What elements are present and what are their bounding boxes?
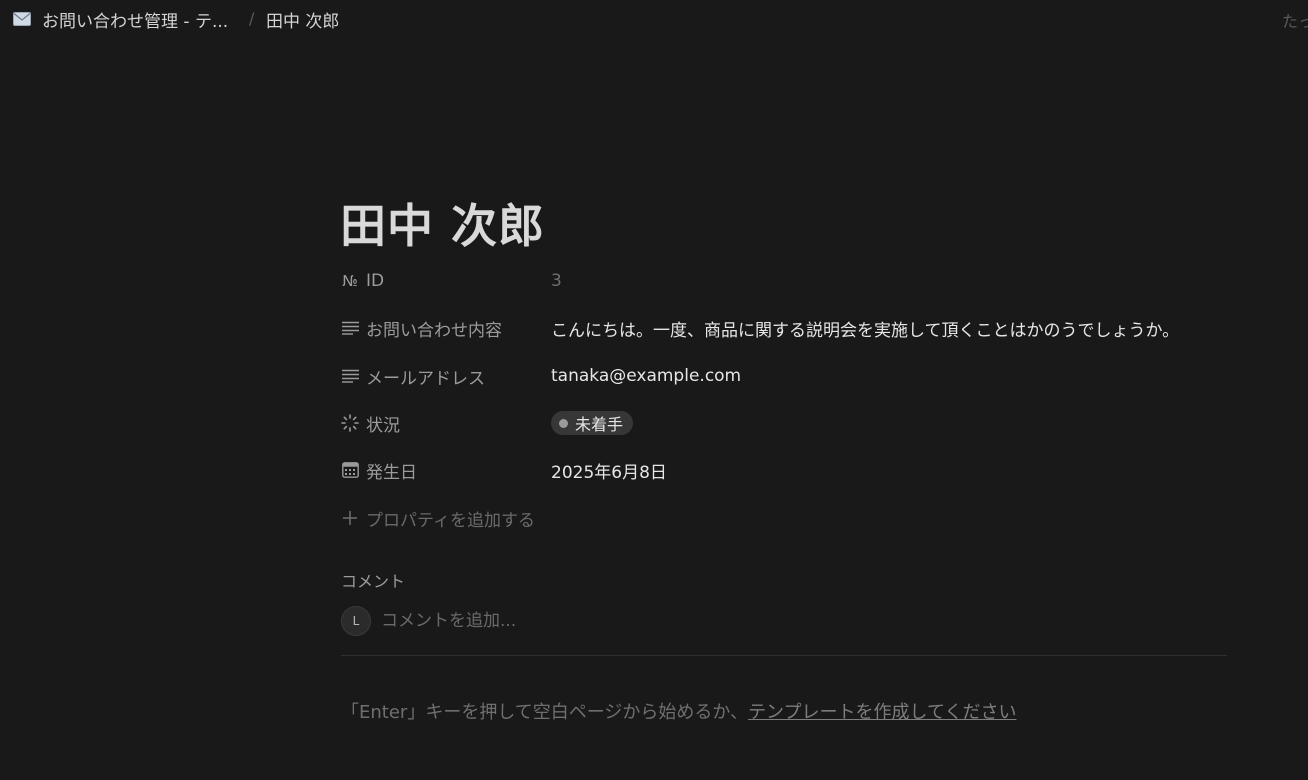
property-label: ID (366, 271, 385, 291)
property-key[interactable]: お問い合わせ内容 (340, 316, 548, 341)
comment-composer: L (341, 605, 981, 637)
property-value-inquiry[interactable]: こんにちは。一度、商品に関する説明会を実施して頂くことはかのうでしょうか。 (551, 316, 1179, 341)
property-label: 発生日 (366, 462, 417, 483)
breadcrumb-page[interactable]: 田中 次郎 (262, 6, 343, 32)
status-dot (559, 418, 568, 428)
property-value-email[interactable]: tanaka@example.com (551, 366, 741, 386)
property-label: 状況 (366, 415, 400, 436)
comments-heading: コメント (341, 572, 406, 591)
avatar: L (341, 606, 371, 636)
property-key[interactable]: 状況 (340, 411, 548, 436)
add-property-button[interactable]: プロパティを追加する (340, 503, 535, 533)
breadcrumb-database-label: お問い合わせ管理 - テ... (42, 11, 229, 32)
comment-input[interactable] (381, 611, 981, 631)
property-value-id: 3 (551, 271, 562, 291)
status-label: 未着手 (575, 415, 624, 434)
create-template-link[interactable]: テンプレートを作成してください (748, 702, 1016, 723)
property-row-inquiry: お問い合わせ内容 こんにちは。一度、商品に関する説明会を実施して頂くことはかのう… (340, 311, 1226, 345)
breadcrumb-page-label: 田中 次郎 (266, 11, 340, 32)
property-value-status[interactable]: 未着手 (551, 411, 634, 435)
number-id-icon: № (342, 272, 358, 290)
calendar-icon (340, 460, 360, 480)
page-title[interactable]: 田中 次郎 (340, 190, 545, 256)
property-row-email: メールアドレス tanaka@example.com (340, 359, 1226, 393)
status-spinner-icon (340, 413, 360, 433)
property-row-date: 発生日 2025年6月8日 (340, 453, 1226, 487)
breadcrumb-separator: / (249, 9, 255, 28)
empty-page-hint: 「Enter」キーを押して空白ページから始めるか、テンプレートを作成してください (341, 698, 1016, 724)
top-right-status: たっ (1282, 12, 1308, 31)
mail-icon (12, 9, 32, 29)
top-bar: お問い合わせ管理 - テ... / 田中 次郎 たっ (0, 0, 1308, 38)
property-key[interactable]: 発生日 (340, 458, 548, 483)
divider (341, 655, 1227, 656)
property-key[interactable]: № ID (340, 271, 548, 291)
empty-page-hint-text: 「Enter」キーを押して空白ページから始めるか、 (341, 702, 749, 723)
add-property-label: プロパティを追加する (366, 510, 535, 531)
property-row-status: 状況 未着手 (340, 406, 1226, 440)
plus-icon (340, 508, 360, 528)
property-row-id: № ID 3 (340, 264, 1226, 298)
breadcrumb-database[interactable]: お問い合わせ管理 - テ... (8, 6, 232, 32)
property-key[interactable]: メールアドレス (340, 364, 548, 389)
property-value-date[interactable]: 2025年6月8日 (551, 458, 667, 483)
property-label: お問い合わせ内容 (366, 320, 502, 341)
property-label: メールアドレス (366, 368, 485, 389)
text-lines-icon (340, 366, 360, 386)
status-badge[interactable]: 未着手 (551, 411, 634, 435)
text-lines-icon (340, 318, 360, 338)
